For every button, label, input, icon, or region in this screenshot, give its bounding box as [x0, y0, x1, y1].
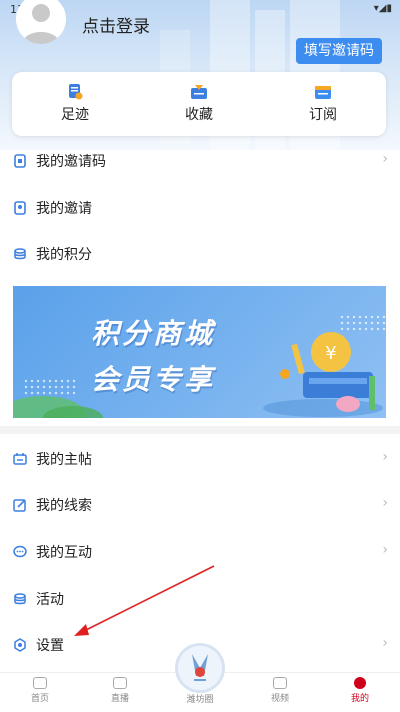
menu-item-label: 设置	[36, 638, 64, 654]
quick-action-subscribe[interactable]: 订阅	[278, 82, 368, 124]
nav-home[interactable]: 首页	[10, 677, 70, 704]
chevron-right-icon: ›	[382, 151, 388, 167]
profile-icon	[354, 677, 366, 689]
home-icon	[33, 677, 47, 689]
menu-item-my-interaction[interactable]: 我的互动 ›	[0, 529, 400, 575]
menu-item-label: 我的互动	[36, 545, 92, 561]
posts-icon	[13, 451, 27, 465]
nav-circle-button[interactable]	[178, 646, 222, 690]
menu-item-label: 我的主帖	[36, 452, 92, 468]
menu-item-label: 我的线索	[36, 498, 92, 514]
banner-illustration: ¥	[13, 332, 383, 418]
chevron-right-icon: ›	[382, 635, 388, 651]
quick-action-favorite[interactable]: 收藏	[154, 82, 244, 124]
avatar[interactable]	[16, 0, 66, 44]
nav-label: 我的	[350, 694, 369, 704]
live-icon	[113, 677, 127, 689]
nav-label: 首页	[30, 694, 49, 704]
clues-icon	[13, 497, 27, 512]
login-link[interactable]: 点击登录	[82, 12, 150, 37]
menu-item-label: 我的积分	[36, 247, 92, 263]
menu-item-my-posts[interactable]: 我的主帖 ›	[0, 436, 400, 482]
menu-item-activity[interactable]: 活动	[0, 576, 400, 622]
circle-icon	[178, 646, 222, 690]
nav-label[interactable]: 潍坊圈	[170, 692, 230, 705]
menu-item-label: 活动	[36, 592, 64, 608]
quick-action-label: 足迹	[61, 107, 89, 123]
settings-icon	[13, 637, 27, 652]
svg-text:¥: ¥	[325, 343, 336, 364]
section-divider	[0, 426, 400, 434]
quick-action-label: 收藏	[185, 107, 213, 123]
menu-item-label: 我的邀请	[36, 201, 92, 217]
points-mall-banner[interactable]: 积分商城 会员专享 ¥	[13, 286, 386, 418]
footprint-icon	[66, 84, 84, 100]
interaction-icon	[13, 544, 27, 558]
menu-item-points[interactable]: 我的积分	[0, 231, 400, 277]
menu-item-my-invite[interactable]: 我的邀请	[0, 185, 400, 231]
menu-item-label: 我的邀请码	[36, 154, 106, 170]
activity-icon	[13, 591, 27, 605]
nav-label: 直播	[110, 694, 129, 704]
points-icon	[13, 246, 27, 260]
quick-action-label: 订阅	[309, 107, 337, 123]
invite-code-icon	[13, 153, 27, 168]
chevron-right-icon: ›	[382, 449, 388, 465]
quick-actions-card: 足迹 收藏 订阅	[12, 72, 386, 136]
chevron-right-icon: ›	[382, 542, 388, 558]
nav-label: 视频	[270, 694, 289, 704]
subscribe-icon	[314, 84, 332, 100]
nav-profile[interactable]: 我的	[330, 677, 390, 704]
quick-action-footprint[interactable]: 足迹	[30, 82, 120, 124]
menu-item-my-clues[interactable]: 我的线索 ›	[0, 482, 400, 528]
nav-live[interactable]: 直播	[90, 677, 150, 704]
video-icon	[273, 677, 287, 689]
my-invite-icon	[13, 200, 27, 215]
nav-video[interactable]: 视频	[250, 677, 310, 704]
menu-item-invite-code[interactable]: 我的邀请码 ›	[0, 138, 400, 184]
favorite-icon	[190, 84, 208, 100]
chevron-right-icon: ›	[382, 495, 388, 511]
signal-battery-icon: ▾◢▮	[373, 3, 392, 14]
enter-invite-code-button[interactable]: 填写邀请码	[296, 38, 382, 64]
